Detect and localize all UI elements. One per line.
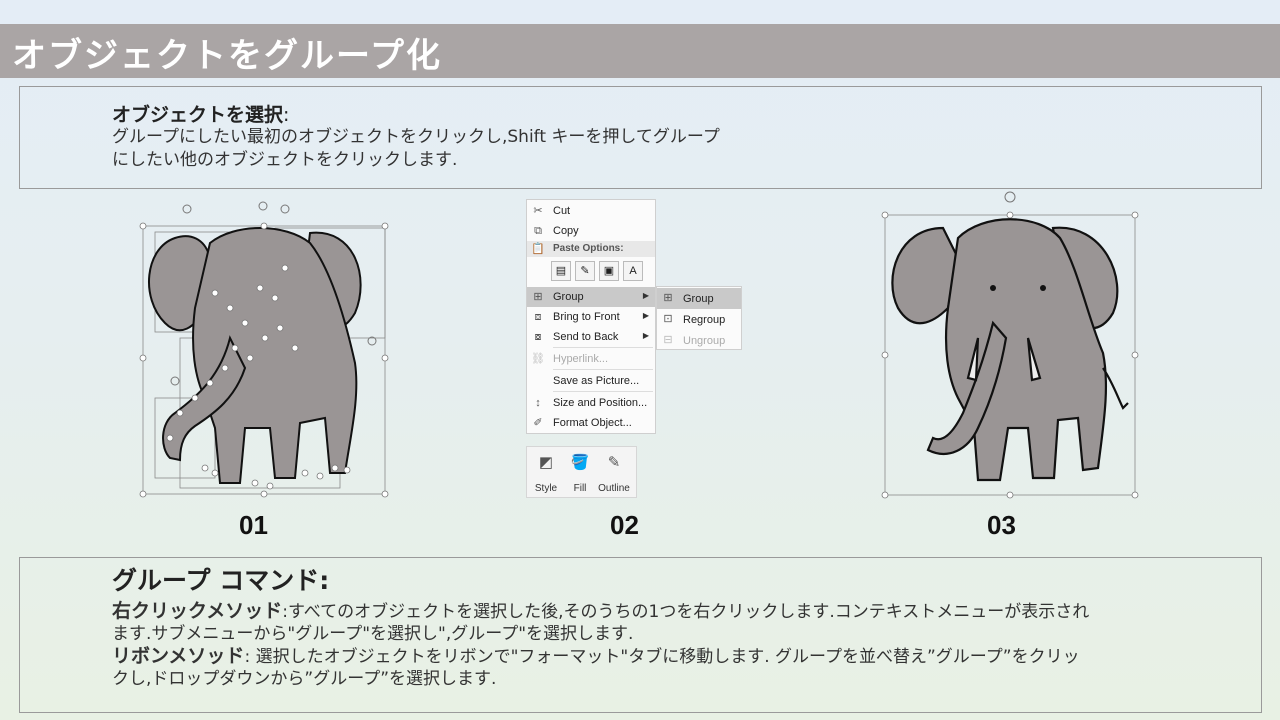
hyperlink-icon: ⛓ xyxy=(531,353,545,365)
select-objects-heading-text: オブジェクトを選択 xyxy=(112,104,284,126)
elephant-body xyxy=(148,227,362,484)
paste-options-label: Paste Options: xyxy=(553,243,624,254)
paste-text-only-icon[interactable]: A xyxy=(623,261,643,281)
elephant-eye xyxy=(1040,285,1046,291)
elephant-ungrouped[interactable] xyxy=(135,198,390,503)
group-submenu: ⊞ Group ⊡ Regroup ⊟ Ungroup xyxy=(656,286,742,350)
menu-item-send-to-back-label: Send to Back xyxy=(553,331,619,343)
slide-title-bar: オブジェクトをグループ化 xyxy=(0,24,1280,78)
paste-use-destination-icon[interactable]: ✎ xyxy=(575,261,595,281)
submenu-item-ungroup[interactable]: ⊟ Ungroup xyxy=(657,330,741,351)
heading-colon: : xyxy=(283,104,290,126)
step-label-02: 02 xyxy=(610,510,639,540)
menu-item-bring-to-front-label: Bring to Front xyxy=(553,311,620,323)
submenu-item-regroup[interactable]: ⊡ Regroup xyxy=(657,309,741,330)
outline-button-label: Outline xyxy=(598,483,630,494)
submenu-item-group-label: Group xyxy=(683,293,714,305)
context-menu: ✂ Cut ⧉ Copy 📋 Paste Options: ▤ ✎ ▣ A ⊞ Gro… xyxy=(526,199,656,434)
menu-item-send-to-back[interactable]: ⧇ Send to Back ▶ xyxy=(527,327,655,347)
ribbon-shape-styles: ◩ Style 🪣 Fill ✎ Outline xyxy=(526,446,637,498)
menu-item-size-and-position-label: Size and Position... xyxy=(553,397,648,409)
format-icon: ✐ xyxy=(533,417,543,429)
paste-icon: 📋 xyxy=(531,243,545,255)
chevron-right-icon: ▶ xyxy=(642,331,649,340)
ungroup-icon: ⊟ xyxy=(663,334,673,346)
scissors-icon: ✂ xyxy=(533,205,543,217)
style-button[interactable]: ◩ Style xyxy=(529,451,563,495)
size-icon: ↕ xyxy=(535,397,541,409)
group-commands-heading: グループ コマンド: xyxy=(112,566,330,595)
fill-button-label: Fill xyxy=(573,483,587,494)
menu-item-hyperlink[interactable]: ⛓ Hyperlink... xyxy=(527,349,655,369)
menu-item-hyperlink-label: Hyperlink... xyxy=(553,353,609,365)
outline-button[interactable]: ✎ Outline xyxy=(597,451,631,495)
menu-item-bring-to-front[interactable]: ⧈ Bring to Front ▶ xyxy=(527,307,655,327)
elephant-eye xyxy=(990,285,996,291)
style-button-label: Style xyxy=(534,483,558,494)
step-label-03: 03 xyxy=(987,510,1016,540)
ribbon-method-text: : 選択したオブジェクトをリボンで"フォーマット"タブに移動します. グループを… xyxy=(112,647,1080,689)
chevron-right-icon: ▶ xyxy=(642,311,649,320)
fill-bucket-icon: 🪣 xyxy=(570,454,590,471)
paste-option-icons: ▤ ✎ ▣ A xyxy=(551,261,651,283)
chevron-right-icon: ▶ xyxy=(642,291,649,300)
fill-button[interactable]: 🪣 Fill xyxy=(563,451,597,495)
submenu-item-ungroup-label: Ungroup xyxy=(683,335,726,347)
paste-keep-format-icon[interactable]: ▤ xyxy=(551,261,571,281)
elephant-body xyxy=(891,218,1129,482)
menu-item-save-as-picture-label: Save as Picture... xyxy=(553,375,640,387)
menu-item-size-and-position[interactable]: ↕ Size and Position... xyxy=(527,393,655,413)
send-back-icon: ⧇ xyxy=(534,331,542,343)
ribbon-method-label: リボンメソッド xyxy=(112,645,245,667)
group-commands-body: 右クリックメソッド:すべてのオブジェクトを選択した後,そのうちの1つを右クリック… xyxy=(112,600,1092,690)
submenu-item-regroup-label: Regroup xyxy=(683,314,726,326)
outline-pen-icon: ✎ xyxy=(607,454,621,471)
menu-item-format-object[interactable]: ✐ Format Object... xyxy=(527,413,655,433)
menu-separator xyxy=(553,369,653,370)
step-label-01: 01 xyxy=(239,510,268,540)
menu-item-cut[interactable]: ✂ Cut xyxy=(527,201,655,221)
menu-item-group[interactable]: ⊞ Group ▶ xyxy=(527,287,655,307)
group-icon: ⊞ xyxy=(663,292,673,304)
menu-item-format-object-label: Format Object... xyxy=(553,417,632,429)
right-click-method-label: 右クリックメソッド xyxy=(112,600,283,622)
bring-front-icon: ⧈ xyxy=(534,311,542,323)
shape-style-icon: ◩ xyxy=(538,454,554,471)
menu-separator xyxy=(553,347,653,348)
select-objects-body: グループにしたい最初のオブジェクトをクリックし,Shift キーを押してグループ… xyxy=(112,127,720,170)
menu-item-group-label: Group xyxy=(553,291,584,303)
copy-icon: ⧉ xyxy=(534,225,542,237)
menu-item-cut-label: Cut xyxy=(553,205,571,217)
menu-item-copy-label: Copy xyxy=(553,225,579,237)
paste-picture-icon[interactable]: ▣ xyxy=(599,261,619,281)
elephant-grouped[interactable] xyxy=(878,188,1143,503)
menu-item-save-as-picture[interactable]: Save as Picture... xyxy=(527,371,655,391)
menu-separator xyxy=(553,391,653,392)
paste-options-header: 📋 Paste Options: xyxy=(527,241,655,257)
select-objects-heading: オブジェクトを選択: xyxy=(112,100,289,127)
slide-title: オブジェクトをグループ化 xyxy=(12,36,442,76)
group-icon: ⊞ xyxy=(533,291,543,303)
regroup-icon: ⊡ xyxy=(663,313,673,325)
rotate-handle xyxy=(1004,191,1016,203)
submenu-item-group[interactable]: ⊞ Group xyxy=(657,288,741,309)
menu-item-copy[interactable]: ⧉ Copy xyxy=(527,221,655,241)
